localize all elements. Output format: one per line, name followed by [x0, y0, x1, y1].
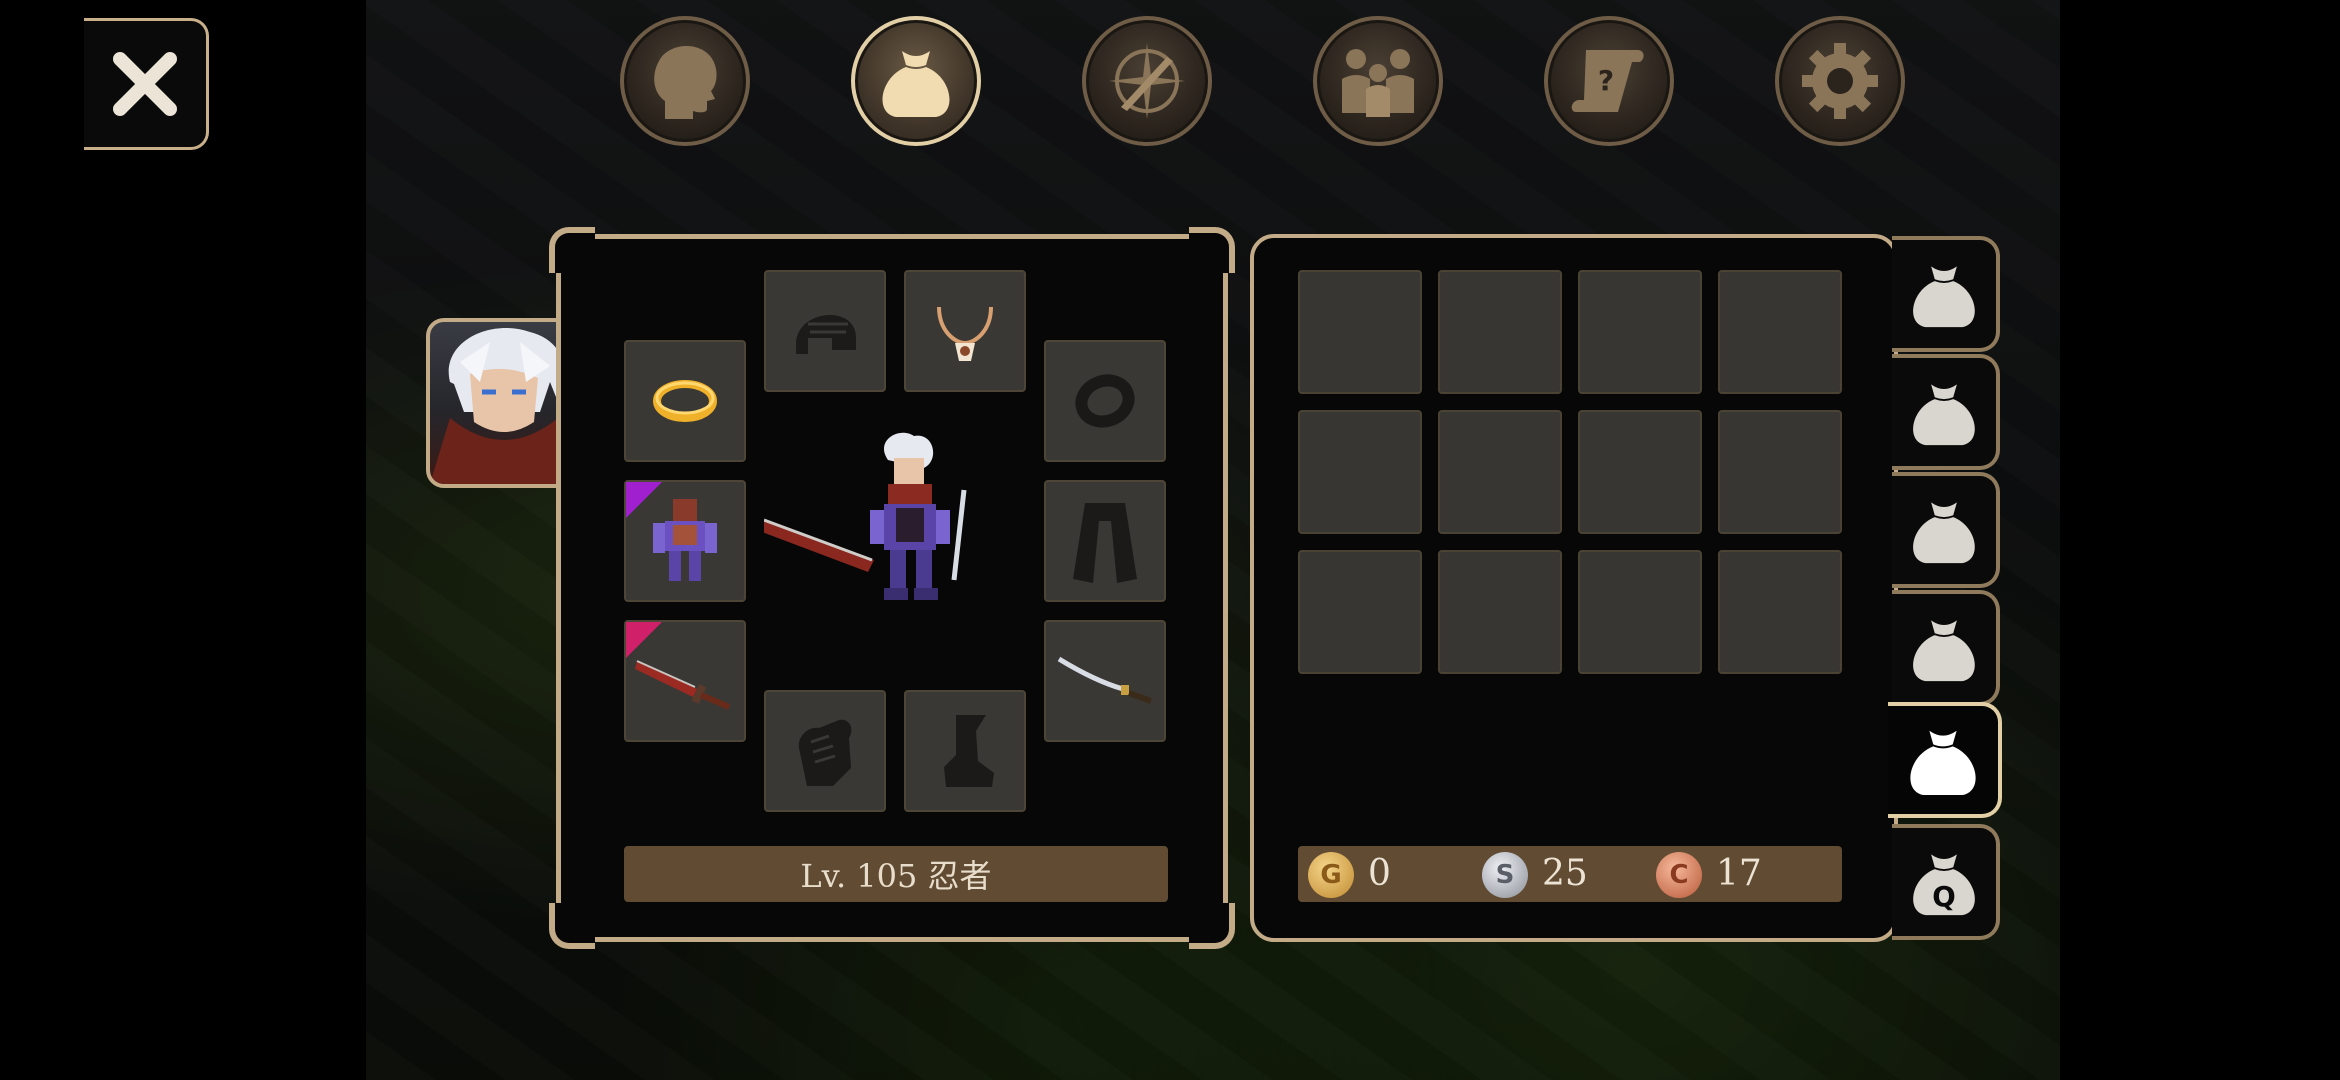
- copper-symbol: C: [1669, 860, 1689, 890]
- inventory-slot[interactable]: [1578, 550, 1702, 674]
- panel-corner: [549, 227, 595, 273]
- bag-tab-1[interactable]: [1892, 236, 2000, 352]
- gold-value: 0: [1368, 853, 1391, 894]
- bag-icon: [1913, 266, 1975, 328]
- menu-settings-button[interactable]: [1775, 16, 1905, 146]
- people-icon: [1342, 49, 1414, 117]
- menu-quests-button[interactable]: ?: [1544, 16, 1674, 146]
- gear-icon: [1802, 43, 1878, 119]
- slot-cloak[interactable]: [1044, 480, 1166, 602]
- slot-helmet[interactable]: [764, 270, 886, 392]
- bag-tab-3[interactable]: [1892, 472, 2000, 588]
- bag-tab-5-active[interactable]: [1888, 702, 2002, 818]
- katana-icon: [1057, 656, 1153, 704]
- slot-ring-left[interactable]: [624, 340, 746, 462]
- panel-corner: [549, 903, 595, 949]
- ring-empty-icon: [1075, 374, 1135, 428]
- sword-compass-icon: [1109, 43, 1185, 119]
- boots-icon: [944, 715, 994, 787]
- quest-bag-tab[interactable]: Q: [1892, 824, 2000, 940]
- necklace-icon: [937, 306, 993, 361]
- inventory-slot[interactable]: [1718, 410, 1842, 534]
- slot-main-weapon[interactable]: [624, 620, 746, 742]
- close-icon: [113, 52, 177, 116]
- inventory-slot[interactable]: [1298, 550, 1422, 674]
- silver-coin-icon: S: [1482, 852, 1528, 898]
- svg-text:?: ?: [1598, 64, 1614, 97]
- inventory-slot[interactable]: [1438, 550, 1562, 674]
- slot-boots[interactable]: [904, 690, 1026, 812]
- character-preview: [762, 410, 1024, 660]
- currency-bar: G 0 S 25 C 17: [1298, 846, 1842, 902]
- silver-value: 25: [1542, 853, 1588, 894]
- inventory-slot[interactable]: [1578, 410, 1702, 534]
- bag-tab-2[interactable]: [1892, 354, 2000, 470]
- silver-symbol: S: [1495, 860, 1515, 890]
- level-class-label: Lv. 105 忍者: [624, 846, 1168, 902]
- slot-ring-right[interactable]: [1044, 340, 1166, 462]
- helmet-icon: [796, 314, 856, 354]
- character-portrait-image: [430, 327, 576, 484]
- inventory-slot[interactable]: [1718, 270, 1842, 394]
- inventory-slot[interactable]: [1438, 270, 1562, 394]
- cloak-icon: [1073, 503, 1137, 583]
- head-icon: [654, 46, 717, 119]
- greatsword-icon: [635, 660, 731, 710]
- slot-off-weapon[interactable]: [1044, 620, 1166, 742]
- rarity-marker: [626, 622, 662, 658]
- slot-armor[interactable]: [624, 480, 746, 602]
- inventory-slot[interactable]: [1438, 410, 1562, 534]
- gold-symbol: G: [1320, 860, 1342, 890]
- bag-icon: [882, 51, 950, 117]
- menu-skills-button[interactable]: [1082, 16, 1212, 146]
- menu-inventory-button[interactable]: [851, 16, 981, 146]
- quest-bag-label: Q: [1932, 880, 1955, 913]
- gloves-icon: [798, 719, 852, 786]
- bag-tab-4[interactable]: [1892, 590, 2000, 706]
- inventory-slot[interactable]: [1298, 410, 1422, 534]
- character-sprite: [762, 432, 967, 600]
- copper-value: 17: [1716, 853, 1762, 894]
- bag-icon: [1913, 502, 1975, 564]
- bag-icon: [1913, 384, 1975, 446]
- inventory-slot[interactable]: [1578, 270, 1702, 394]
- menu-party-button[interactable]: [1313, 16, 1443, 146]
- quest-bag-icon: Q: [1913, 854, 1975, 916]
- close-button[interactable]: [84, 18, 209, 150]
- bag-icon: [1910, 730, 1976, 796]
- panel-corner: [1189, 903, 1235, 949]
- copper-coin-icon: C: [1656, 852, 1702, 898]
- slot-necklace[interactable]: [904, 270, 1026, 392]
- inventory-slot[interactable]: [1298, 270, 1422, 394]
- ring-icon: [653, 380, 717, 422]
- slot-gloves[interactable]: [764, 690, 886, 812]
- menu-character-button[interactable]: [620, 16, 750, 146]
- scroll-icon: ?: [1571, 50, 1644, 112]
- panel-corner: [1189, 227, 1235, 273]
- gold-coin-icon: G: [1308, 852, 1354, 898]
- inventory-slot[interactable]: [1718, 550, 1842, 674]
- bag-icon: [1913, 620, 1975, 682]
- rarity-marker: [626, 482, 662, 518]
